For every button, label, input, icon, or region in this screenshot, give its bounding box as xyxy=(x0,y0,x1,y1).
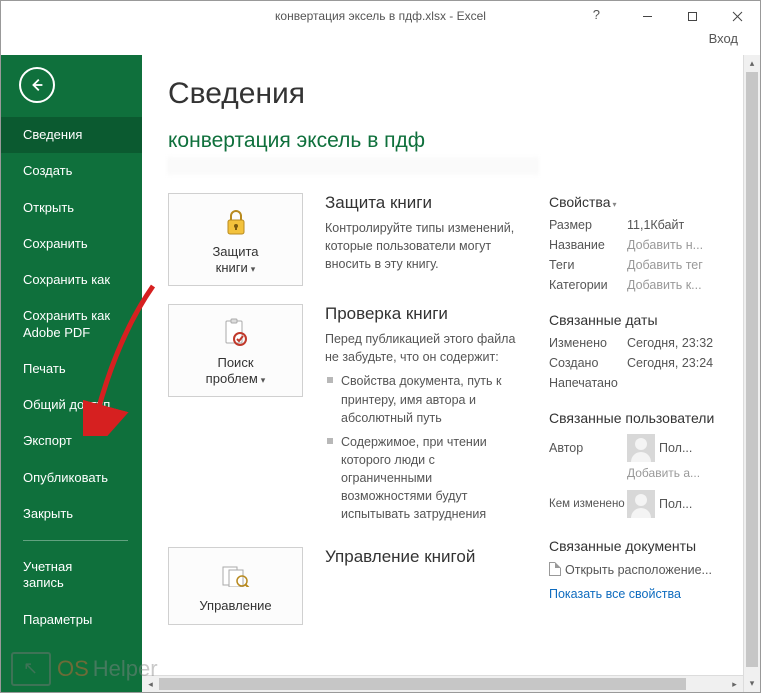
inspect-workbook-button[interactable]: Поиск проблем▾ xyxy=(168,304,303,397)
inspect-item: Свойства документа, путь к принтеру, имя… xyxy=(325,372,520,426)
open-location-link[interactable]: Открыть расположение... xyxy=(565,563,712,577)
author-val: Пол... xyxy=(659,441,734,455)
backstage-sidebar: Сведения Создать Открыть Сохранить Сохра… xyxy=(1,55,142,692)
prop-title-val[interactable]: Добавить н... xyxy=(627,238,734,252)
horizontal-scrollbar[interactable]: ◂ ▸ xyxy=(142,675,743,692)
monitor-icon xyxy=(11,652,51,686)
window-title: конвертация эксель в пдф.xlsx - Excel xyxy=(275,9,486,23)
sidebar-item-account[interactable]: Учетная запись xyxy=(1,549,142,602)
properties-header[interactable]: Свойства▾ xyxy=(549,194,734,210)
sidebar-item-saveas-pdf[interactable]: Сохранить как Adobe PDF xyxy=(1,298,142,351)
main-panel: Сведения конвертация эксель в пдф xyxy=(142,55,760,692)
sidebar-item-new[interactable]: Создать xyxy=(1,153,142,189)
related-users-header: Связанные пользователи xyxy=(549,410,734,426)
login-link[interactable]: Вход xyxy=(1,31,760,55)
scroll-thumb[interactable] xyxy=(746,72,758,667)
maximize-button[interactable] xyxy=(670,1,715,31)
manage-btn-label: Управление xyxy=(199,598,271,613)
manage-header: Управление книгой xyxy=(325,547,520,567)
sidebar-item-open[interactable]: Открыть xyxy=(1,190,142,226)
sidebar-item-share[interactable]: Общий доступ xyxy=(1,387,142,423)
prop-created-val: Сегодня, 23:24 xyxy=(627,356,734,370)
properties-panel: Свойства▾ Размер11,1Кбайт НазваниеДобави… xyxy=(549,194,734,601)
sidebar-item-export[interactable]: Экспорт xyxy=(1,423,142,459)
protect-workbook-button[interactable]: Защита книги▾ xyxy=(168,193,303,286)
sidebar-item-info[interactable]: Сведения xyxy=(1,117,142,153)
prop-modified-val: Сегодня, 23:32 xyxy=(627,336,734,350)
prop-modified-key: Изменено xyxy=(549,336,627,350)
sidebar-item-publish[interactable]: Опубликовать xyxy=(1,460,142,496)
watermark: OS Helper xyxy=(11,652,158,686)
inspect-header: Проверка книги xyxy=(325,304,520,324)
prop-printed-key: Напечатано xyxy=(549,376,627,390)
chevron-down-icon: ▾ xyxy=(251,264,256,274)
scroll-thumb[interactable] xyxy=(159,678,686,690)
show-all-properties-link[interactable]: Показать все свойства xyxy=(549,587,734,601)
scroll-up-arrow[interactable]: ▴ xyxy=(744,55,760,72)
minimize-button[interactable] xyxy=(625,1,670,31)
excel-backstage-window: конвертация эксель в пдф.xlsx - Excel ? … xyxy=(0,0,761,693)
prop-size-val: 11,1Кбайт xyxy=(627,218,734,232)
prop-printed-val xyxy=(627,376,734,390)
scroll-down-arrow[interactable]: ▾ xyxy=(744,675,760,692)
protect-body: Контролируйте типы изменений, которые по… xyxy=(325,219,520,273)
prop-created-key: Создано xyxy=(549,356,627,370)
prop-title-key: Название xyxy=(549,238,627,252)
prop-size-key: Размер xyxy=(549,218,627,232)
prop-categories-val[interactable]: Добавить к... xyxy=(627,278,734,292)
avatar-icon xyxy=(627,434,655,462)
page-title: Сведения xyxy=(168,77,719,111)
sidebar-item-print[interactable]: Печать xyxy=(1,351,142,387)
chevron-down-icon: ▾ xyxy=(612,200,616,209)
titlebar: конвертация эксель в пдф.xlsx - Excel ? xyxy=(1,1,760,31)
related-dates-header: Связанные даты xyxy=(549,312,734,328)
sidebar-item-options[interactable]: Параметры xyxy=(1,602,142,638)
help-button[interactable]: ? xyxy=(593,7,600,22)
add-author-link[interactable]: Добавить а... xyxy=(627,466,734,480)
scroll-right-arrow[interactable]: ▸ xyxy=(726,676,743,692)
sidebar-item-close[interactable]: Закрыть xyxy=(1,496,142,532)
close-button[interactable] xyxy=(715,1,760,31)
chevron-down-icon: ▾ xyxy=(261,375,266,385)
avatar-icon xyxy=(627,490,655,518)
document-icon xyxy=(549,562,561,576)
vertical-scrollbar[interactable]: ▴ ▾ xyxy=(743,55,760,692)
author-key: Автор xyxy=(549,441,627,455)
inspect-btn-label: Поиск проблем xyxy=(206,355,258,386)
lock-icon xyxy=(220,204,252,240)
changed-by-val: Пол... xyxy=(659,497,734,511)
file-name: конвертация эксель в пдф xyxy=(168,129,719,153)
prop-tags-val[interactable]: Добавить тег xyxy=(627,258,734,272)
file-path xyxy=(168,157,538,175)
changed-by-key: Кем изменено xyxy=(549,498,627,511)
manage-workbook-button[interactable]: Управление xyxy=(168,547,303,625)
prop-categories-key: Категории xyxy=(549,278,627,292)
sidebar-item-saveas[interactable]: Сохранить как xyxy=(1,262,142,298)
back-button[interactable] xyxy=(19,67,55,103)
prop-tags-key: Теги xyxy=(549,258,627,272)
sidebar-item-save[interactable]: Сохранить xyxy=(1,226,142,262)
protect-header: Защита книги xyxy=(325,193,520,213)
manage-icon xyxy=(220,558,252,594)
inspect-body: Перед публикацией этого файла не забудьт… xyxy=(325,332,515,364)
checklist-icon xyxy=(220,315,252,351)
sidebar-separator xyxy=(23,540,128,541)
related-docs-header: Связанные документы xyxy=(549,538,734,554)
inspect-item: Содержимое, при чтении которого люди с о… xyxy=(325,433,520,524)
